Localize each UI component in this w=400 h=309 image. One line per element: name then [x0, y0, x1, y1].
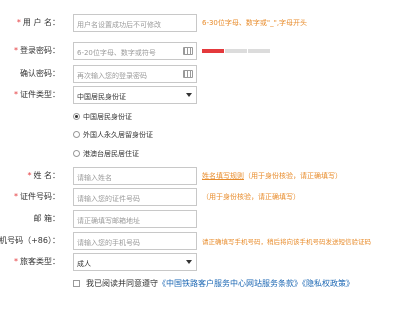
agreement-text: 我已阅读并同意遵守 [86, 279, 158, 288]
passenger-type-label: * 旅客类型： [14, 257, 60, 266]
id-number-hint: （用于身份核验，请正确填写） [202, 193, 300, 201]
confirm-password-input[interactable]: 再次输入您的登录密码 [73, 65, 197, 83]
password-row: * 登录密码： 6-20位字母、数字或符号 [0, 42, 400, 62]
keyboard-icon[interactable] [183, 70, 193, 78]
agreement-checkbox[interactable] [73, 280, 80, 287]
name-hint: 姓名填写规则（用于身份核验，请正确填写） [202, 172, 342, 180]
confirm-password-row: 确认密码： 再次输入您的登录密码 [0, 65, 400, 85]
id-type-option-1[interactable]: 中国居民身份证 [73, 112, 132, 126]
id-type-option-2[interactable]: 外国人永久居留身份证 [73, 130, 153, 144]
id-type-option-3[interactable]: 港澳台居民居住证 [73, 149, 139, 163]
phone-label: *手机号码（+86）： [0, 236, 60, 245]
phone-row: *手机号码（+86）： 请输入您的手机号码 请正确填写手机号码，稍后将向该手机号… [0, 232, 400, 252]
passenger-type-row: * 旅客类型： 成人 [0, 253, 400, 273]
confirm-password-label: 确认密码： [20, 69, 60, 78]
id-type-row: * 证件类型： 中国居民身份证 [0, 86, 400, 106]
id-number-label: * 证件号码： [14, 192, 60, 201]
name-label: * 姓 名： [27, 171, 60, 180]
radio-icon[interactable] [73, 131, 80, 138]
chevron-down-icon [186, 260, 192, 264]
phone-input[interactable]: 请输入您的手机号码 [73, 232, 197, 250]
radio-selected-icon[interactable] [73, 113, 80, 120]
radio-icon[interactable] [73, 150, 80, 157]
required-mark: * [16, 18, 21, 27]
password-input[interactable]: 6-20位字母、数字或符号 [73, 42, 197, 60]
name-input[interactable]: 请输入姓名 [73, 167, 197, 185]
id-number-input[interactable]: 请输入您的证件号码 [73, 188, 197, 206]
strength-bar-3 [248, 49, 270, 53]
username-label: * 用 户 名： [16, 18, 60, 27]
password-label: * 登录密码： [14, 46, 60, 55]
strength-bar-2 [225, 49, 247, 53]
terms-link[interactable]: 《中国铁路客户服务中心网站服务条款》 [158, 279, 302, 288]
name-rules-link[interactable]: 姓名填写规则 [202, 172, 244, 180]
username-hint: 6-30位字母、数字或"_",字母开头 [202, 19, 308, 27]
passenger-type-select[interactable]: 成人 [73, 253, 197, 271]
id-number-row: * 证件号码： 请输入您的证件号码 （用于身份核验，请正确填写） [0, 188, 400, 208]
keyboard-icon[interactable] [183, 47, 193, 55]
username-input[interactable]: 用户名设置成功后不可修改 [73, 14, 197, 32]
email-row: 邮 箱： 请正确填写邮箱地址 [0, 210, 400, 230]
id-type-select[interactable]: 中国居民身份证 [73, 86, 197, 104]
phone-hint: 请正确填写手机号码，稍后将向该手机号码发送短信验证码 [202, 238, 371, 246]
email-input[interactable]: 请正确填写邮箱地址 [73, 210, 197, 228]
agreement-row: 我已阅读并同意遵守《中国铁路客户服务中心网站服务条款》《隐私权政策》 [73, 278, 354, 289]
email-label: 邮 箱： [33, 214, 60, 223]
privacy-link[interactable]: 《隐私权政策》 [302, 279, 354, 288]
name-row: * 姓 名： 请输入姓名 姓名填写规则（用于身份核验，请正确填写） [0, 167, 400, 187]
username-row: * 用 户 名： 用户名设置成功后不可修改 6-30位字母、数字或"_",字母开头 [0, 14, 400, 34]
strength-bar-1 [202, 49, 224, 53]
chevron-down-icon [186, 93, 192, 97]
id-type-label: * 证件类型： [14, 90, 60, 99]
